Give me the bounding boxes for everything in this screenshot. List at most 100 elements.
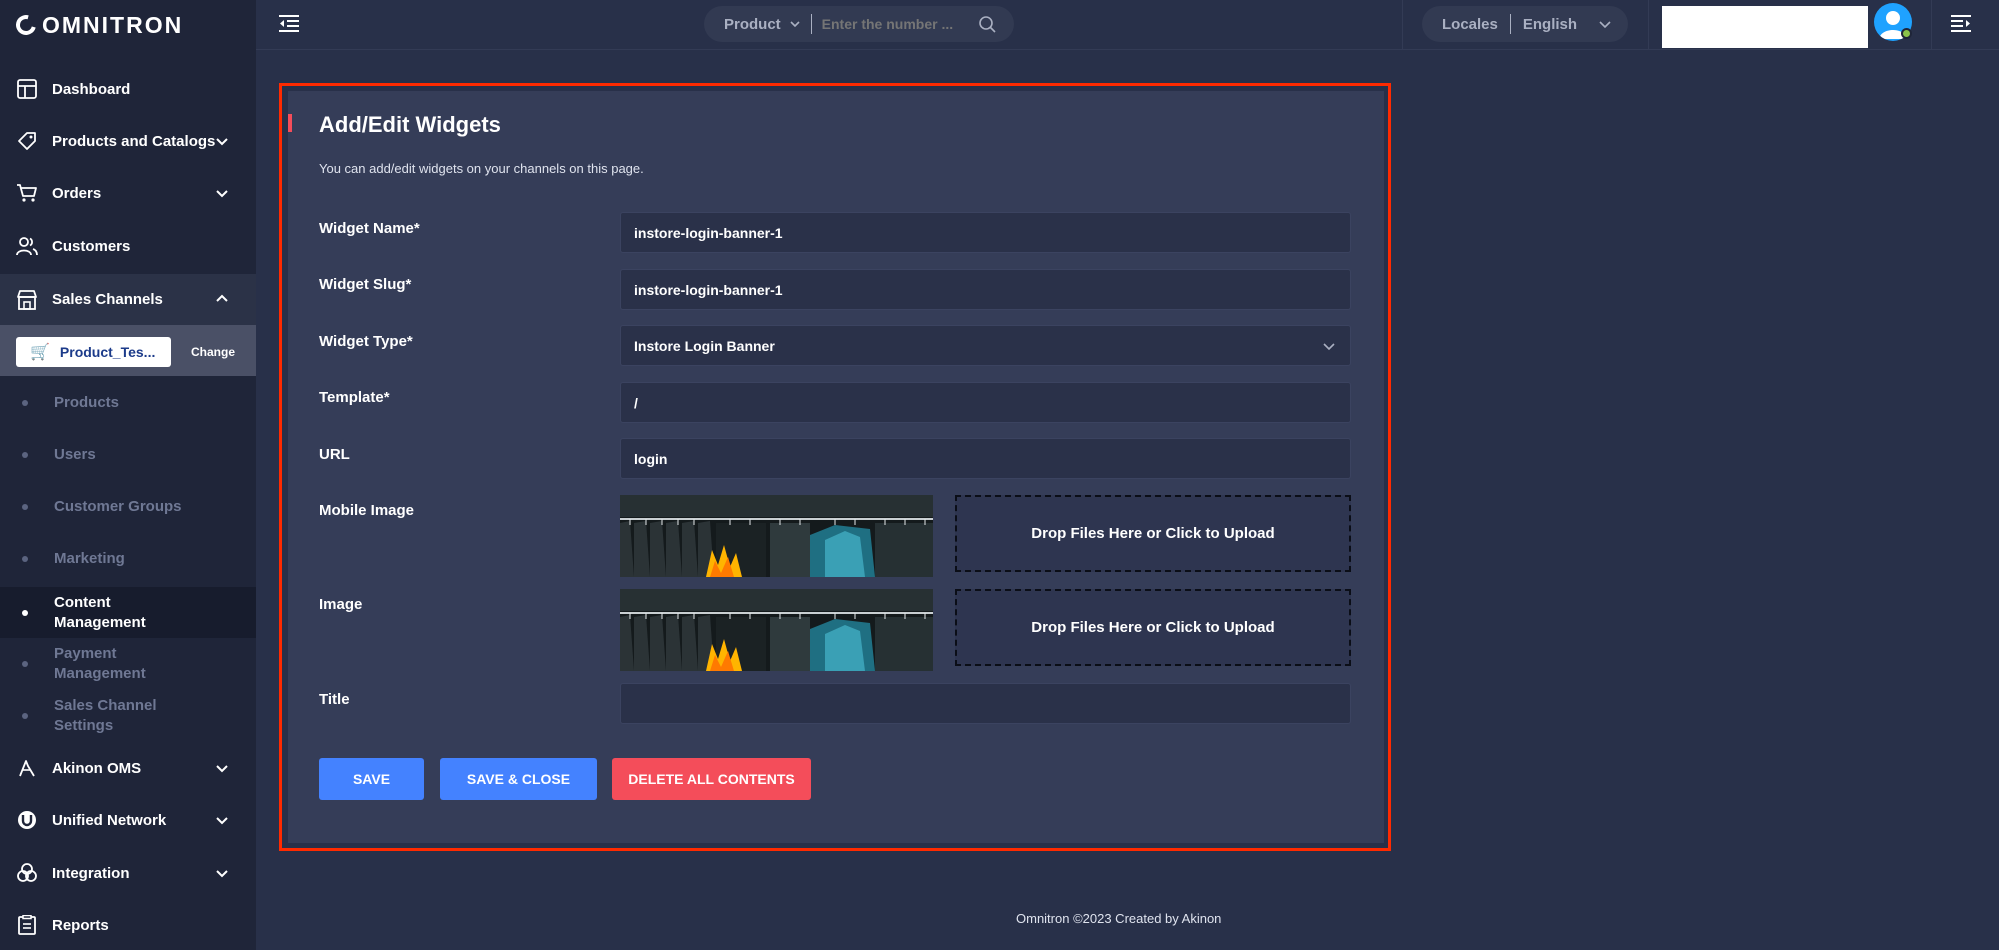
chevron-down-icon xyxy=(216,190,228,198)
sub-item-marketing[interactable]: Marketing xyxy=(0,539,256,579)
network-icon xyxy=(16,809,38,831)
widget-type-label: Widget Type* xyxy=(319,333,413,350)
widget-slug-input[interactable] xyxy=(620,269,1351,310)
change-channel-button[interactable]: Change xyxy=(176,337,250,367)
clothing-rack-image xyxy=(620,589,933,671)
sub-item-label: Marketing xyxy=(54,550,125,567)
sub-item-label: Content Management xyxy=(54,593,146,631)
expand-panel-icon[interactable] xyxy=(1950,14,1972,34)
search-input[interactable] xyxy=(821,16,972,32)
oms-icon xyxy=(16,757,38,779)
bullet-icon xyxy=(22,452,28,458)
sub-item-content-management[interactable]: Content Management xyxy=(0,587,256,638)
image-dropzone[interactable]: Drop Files Here or Click to Upload xyxy=(955,589,1351,666)
locale-value: English xyxy=(1522,15,1578,33)
sidebar-item-label: Sales Channels xyxy=(52,291,163,308)
widget-type-select[interactable]: Instore Login Banner xyxy=(620,325,1351,366)
widget-name-input[interactable] xyxy=(620,212,1351,253)
search-type-dropdown[interactable]: Product xyxy=(704,16,801,33)
bullet-icon xyxy=(22,609,28,616)
sub-item-sales-channel-settings[interactable]: Sales Channel Settings xyxy=(0,695,256,737)
sub-item-products[interactable]: Products xyxy=(0,383,256,423)
sub-item-label: Sales Channel Settings xyxy=(54,697,157,734)
save-and-close-button[interactable]: SAVE & CLOSE xyxy=(440,758,597,800)
chevron-down-icon xyxy=(790,21,800,28)
sidebar-item-label: Akinon OMS xyxy=(52,759,142,777)
title-input[interactable] xyxy=(620,683,1351,724)
search-type-label: Product xyxy=(724,15,781,33)
sub-item-users[interactable]: Users xyxy=(0,435,256,475)
url-input[interactable] xyxy=(620,438,1351,479)
sidebar-item-unified-network[interactable]: Unified Network xyxy=(0,798,256,842)
channel-pill[interactable]: 🛒 Product_Tes... xyxy=(16,337,171,367)
divider xyxy=(1509,14,1511,34)
widget-type-value: Instore Login Banner xyxy=(634,337,775,354)
delete-all-contents-button[interactable]: DELETE ALL CONTENTS xyxy=(612,758,811,800)
chevron-down-icon xyxy=(1323,342,1335,350)
top-bar: Product Locales English xyxy=(256,0,1999,50)
sidebar-item-sales-channels[interactable]: Sales Channels xyxy=(0,274,256,325)
chevron-down-icon xyxy=(216,765,228,773)
chevron-down-icon xyxy=(216,138,228,146)
mobile-image-preview[interactable] xyxy=(620,495,933,577)
clothing-rack-image xyxy=(620,495,933,577)
chevron-up-icon xyxy=(216,294,228,302)
users-icon xyxy=(16,235,38,257)
sidebar-item-dashboard[interactable]: Dashboard xyxy=(0,67,256,111)
bullet-icon xyxy=(22,661,28,667)
cart-icon xyxy=(16,182,38,204)
divider xyxy=(1931,0,1932,50)
widget-slug-label: Widget Slug* xyxy=(319,276,411,293)
collapse-sidebar-icon[interactable] xyxy=(278,14,300,34)
field-label-text: Template xyxy=(319,389,384,406)
template-label: Template* xyxy=(319,389,390,406)
tag-icon xyxy=(16,130,38,152)
dashboard-icon xyxy=(16,78,38,100)
page-title: Add/Edit Widgets xyxy=(319,112,501,137)
field-label-text: Widget Name xyxy=(319,220,414,237)
header-blank-box xyxy=(1662,6,1868,48)
sidebar-item-label: Reports xyxy=(52,916,109,934)
template-input[interactable] xyxy=(620,382,1351,423)
required-mark: * xyxy=(405,276,412,293)
sidebar-item-label: Unified Network xyxy=(52,811,167,829)
widget-name-label: Widget Name* xyxy=(319,220,420,237)
search-icon[interactable] xyxy=(978,15,996,33)
sidebar-item-integration[interactable]: Integration xyxy=(0,851,256,895)
locale-selector[interactable]: Locales English xyxy=(1422,6,1628,42)
mobile-image-dropzone[interactable]: Drop Files Here or Click to Upload xyxy=(955,495,1351,572)
sub-item-customer-groups[interactable]: Customer Groups xyxy=(0,487,256,527)
footer-text: Omnitron ©2023 Created by Akinon xyxy=(1016,911,1222,926)
sidebar-item-orders[interactable]: Orders xyxy=(0,171,256,215)
omnitron-logo[interactable]: OMNITRON xyxy=(12,10,184,40)
save-button[interactable]: SAVE xyxy=(319,758,424,800)
sidebar-item-customers[interactable]: Customers xyxy=(0,224,256,268)
global-search: Product xyxy=(704,6,1014,42)
required-mark: * xyxy=(383,389,390,406)
sidebar-item-products-and-catalogs[interactable]: Products and Catalogs xyxy=(0,119,256,163)
sidebar-item-label: Integration xyxy=(52,864,130,882)
sub-item-label: Products xyxy=(54,394,120,411)
divider xyxy=(1648,0,1649,50)
sidebar-item-label: Customers xyxy=(52,237,131,255)
integration-icon xyxy=(16,862,38,884)
sidebar-item-label: Products and Catalogs xyxy=(52,132,216,150)
sub-item-label: Payment Management xyxy=(54,645,146,682)
chevron-down-icon xyxy=(216,870,228,878)
image-label: Image xyxy=(319,596,363,613)
required-mark: * xyxy=(406,333,413,350)
title-accent xyxy=(288,114,292,132)
mobile-image-label: Mobile Image xyxy=(319,502,415,519)
bullet-icon xyxy=(22,713,28,719)
bullet-icon xyxy=(22,400,28,406)
divider xyxy=(810,14,812,34)
image-preview[interactable] xyxy=(620,589,933,671)
omnitron-logo-icon xyxy=(12,11,40,39)
field-label-text: Widget Type xyxy=(319,333,407,350)
sub-item-payment-management[interactable]: Payment Management xyxy=(0,643,256,685)
store-icon xyxy=(16,289,38,311)
sub-item-label: Customer Groups xyxy=(54,498,182,515)
sidebar-item-akinon-oms[interactable]: Akinon OMS xyxy=(0,746,256,790)
sidebar-item-reports[interactable]: Reports xyxy=(0,903,256,947)
logo-text: OMNITRON xyxy=(42,11,184,38)
